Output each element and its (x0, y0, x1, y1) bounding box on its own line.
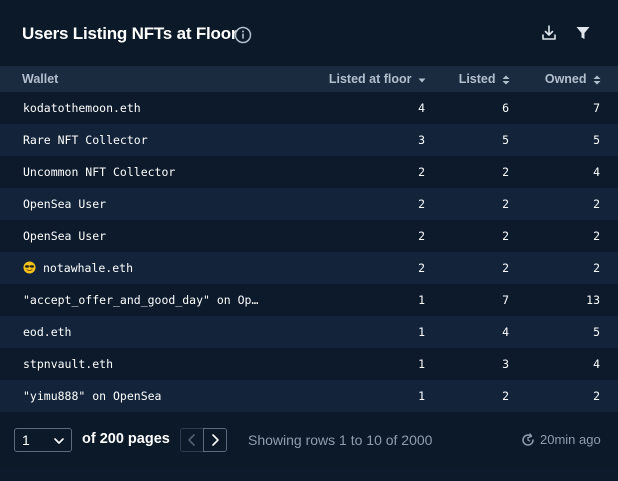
bottom-strip (0, 468, 618, 481)
listed-at-floor-cell: 3 (418, 133, 425, 147)
listed-at-floor-cell: 4 (418, 101, 425, 115)
widget-title: Users Listing NFTs at Floor (22, 24, 238, 43)
owned-cell: 4 (593, 165, 600, 179)
owned-cell: 2 (593, 197, 600, 211)
listed-cell: 6 (502, 101, 509, 115)
table-row[interactable]: Rare NFT Collector 3 5 5 (0, 124, 618, 156)
wallet-cell[interactable]: OpenSea User (23, 220, 273, 252)
listed-at-floor-cell: 2 (418, 165, 425, 179)
listed-at-floor-cell: 1 (418, 389, 425, 403)
wallet-cell[interactable]: Rare NFT Collector (23, 124, 273, 156)
table-row[interactable]: "accept_offer_and_good_day" on Op… 1 7 1… (0, 284, 618, 316)
pagination-footer: 1 of 200 pages Showing rows 1 to 10 of 2… (0, 412, 618, 468)
last-updated-text: 20min ago (540, 432, 601, 447)
column-header-listed-at-floor[interactable]: Listed at floor (329, 66, 426, 92)
rows-range-text: Showing rows 1 to 10 of 2000 (248, 432, 433, 448)
table-row[interactable]: OpenSea User 2 2 2 (0, 188, 618, 220)
listed-cell: 2 (502, 389, 509, 403)
listed-at-floor-cell: 1 (418, 293, 425, 307)
page-select[interactable]: 1 (14, 428, 72, 452)
sort-both-icon (593, 75, 601, 85)
table-row[interactable]: Uncommon NFT Collector 2 2 4 (0, 156, 618, 188)
listed-cell: 2 (502, 229, 509, 243)
owned-cell: 2 (593, 389, 600, 403)
listed-at-floor-cell: 1 (418, 357, 425, 371)
chevron-left-icon (188, 434, 195, 446)
table-row[interactable]: eod.eth 1 4 5 (0, 316, 618, 348)
wallet-cell[interactable]: eod.eth (23, 316, 273, 348)
next-page-button[interactable] (203, 428, 227, 452)
table-body: kodatothemoon.eth 4 6 7 Rare NFT Collect… (0, 92, 618, 412)
filter-icon[interactable] (574, 24, 592, 42)
wallet-cell-label: notawhale.eth (43, 261, 134, 275)
column-header-owned[interactable]: Owned (545, 66, 601, 92)
owned-cell: 5 (593, 133, 600, 147)
widget-header: Users Listing NFTs at Floor (0, 0, 618, 66)
download-icon[interactable] (540, 24, 558, 42)
owned-cell: 2 (593, 261, 600, 275)
refresh-icon[interactable] (521, 433, 535, 447)
wallet-cell[interactable]: Uncommon NFT Collector (23, 156, 273, 188)
chevron-down-icon (54, 438, 64, 444)
sunglasses-emoji-icon (23, 261, 36, 274)
wallet-cell[interactable]: "accept_offer_and_good_day" on Op… (23, 284, 273, 316)
table-row[interactable]: stpnvault.eth 1 3 4 (0, 348, 618, 380)
column-header-label: Wallet (22, 72, 59, 86)
table-row[interactable]: kodatothemoon.eth 4 6 7 (0, 92, 618, 124)
column-header-wallet[interactable]: Wallet (22, 66, 58, 92)
table-row[interactable]: "yimu888" on OpenSea 1 2 2 (0, 380, 618, 412)
owned-cell: 2 (593, 229, 600, 243)
page-select-value: 1 (22, 432, 30, 448)
listed-cell: 2 (502, 165, 509, 179)
column-header-label: Listed at floor (328, 72, 412, 86)
info-icon[interactable] (234, 26, 252, 44)
wallet-cell[interactable]: "yimu888" on OpenSea (23, 380, 273, 412)
listed-at-floor-cell: 1 (418, 325, 425, 339)
listed-cell: 5 (502, 133, 509, 147)
sort-desc-icon (418, 78, 426, 83)
owned-cell: 5 (593, 325, 600, 339)
listed-cell: 2 (502, 261, 509, 275)
column-header-label: Owned (544, 72, 587, 86)
listed-cell: 3 (502, 357, 509, 371)
listed-cell: 7 (502, 293, 509, 307)
table-header: Wallet Listed at floor Listed Owned (0, 66, 618, 92)
chevron-right-icon (212, 434, 219, 446)
wallet-cell[interactable]: stpnvault.eth (23, 348, 273, 380)
sort-both-icon (502, 75, 510, 85)
page-count-label: of 200 pages (82, 431, 170, 447)
listed-cell: 4 (502, 325, 509, 339)
wallet-cell[interactable]: kodatothemoon.eth (23, 92, 273, 124)
wallet-cell[interactable]: notawhale.eth (23, 252, 273, 284)
nft-floor-widget: Users Listing NFTs at Floor Wallet Liste… (0, 0, 618, 481)
listed-at-floor-cell: 2 (418, 229, 425, 243)
owned-cell: 4 (593, 357, 600, 371)
owned-cell: 7 (593, 101, 600, 115)
owned-cell: 13 (586, 293, 600, 307)
listed-at-floor-cell: 2 (418, 197, 425, 211)
column-header-listed[interactable]: Listed (459, 66, 510, 92)
table-row[interactable]: OpenSea User 2 2 2 (0, 220, 618, 252)
wallet-cell[interactable]: OpenSea User (23, 188, 273, 220)
listed-cell: 2 (502, 197, 509, 211)
column-header-label: Listed (458, 72, 496, 86)
previous-page-button[interactable] (180, 428, 204, 452)
table-row[interactable]: notawhale.eth 2 2 2 (0, 252, 618, 284)
listed-at-floor-cell: 2 (418, 261, 425, 275)
